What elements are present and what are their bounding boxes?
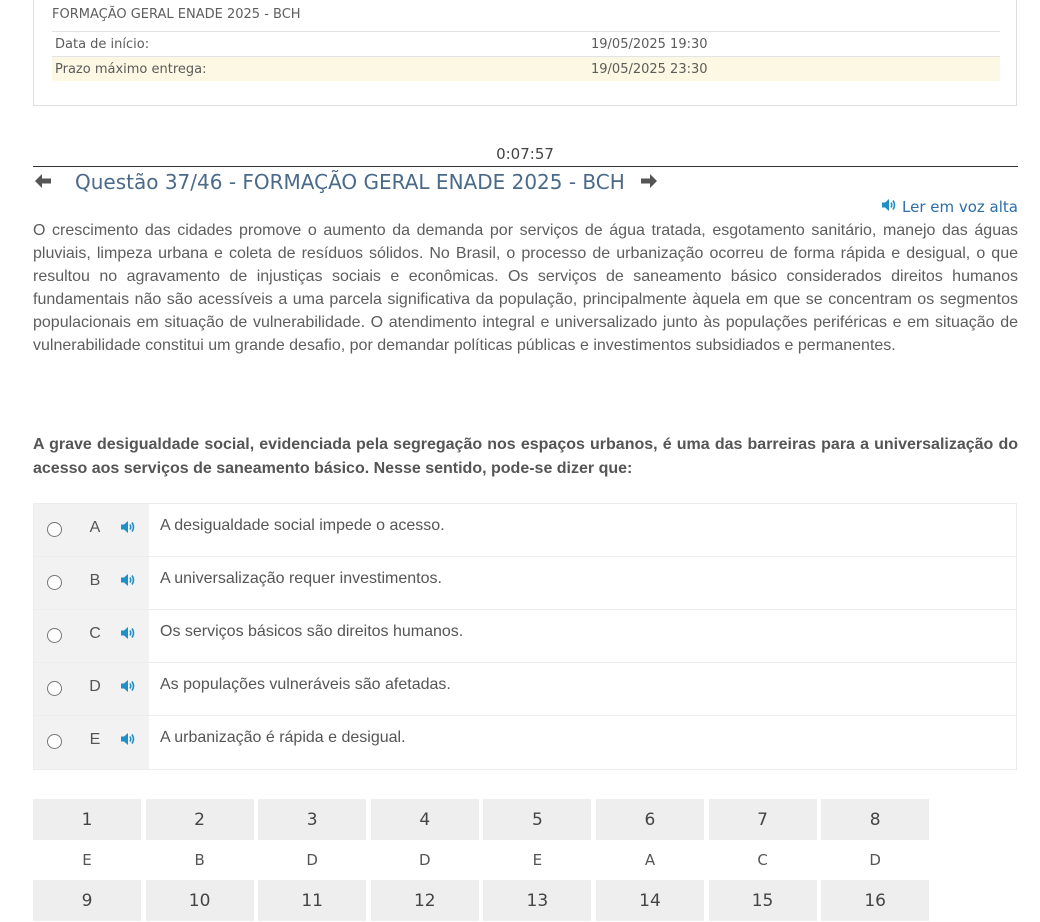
start-date-value: 19/05/2025 19:30: [591, 36, 708, 52]
question-nav-8[interactable]: 8: [821, 799, 930, 840]
option-text[interactable]: Os serviços básicos são direitos humanos…: [149, 610, 1016, 662]
speaker-icon[interactable]: [120, 626, 136, 645]
question-nav-10[interactable]: 10: [145, 880, 254, 921]
read-aloud-button[interactable]: Ler em voz alta: [881, 198, 1018, 216]
option-e[interactable]: E A urbanização é rápida e desigual.: [34, 716, 1016, 769]
read-aloud-label: Ler em voz alta: [902, 198, 1018, 216]
question-nav-12[interactable]: 12: [370, 880, 479, 921]
option-b[interactable]: B A universalização requer investimentos…: [34, 557, 1016, 610]
question-prompt: A grave desigualdade social, evidenciada…: [33, 436, 1018, 477]
question-header: Questão 37/46 - FORMAÇÃO GERAL ENADE 202…: [33, 168, 661, 196]
question-nav-14[interactable]: 14: [595, 880, 704, 921]
question-nav-1[interactable]: 1: [33, 799, 141, 840]
deadline-label: Prazo máximo entrega:: [55, 61, 207, 77]
answer-marker: D: [306, 851, 318, 869]
radio-option-d[interactable]: [47, 681, 62, 696]
answer-marker: D: [419, 851, 431, 869]
option-letter: B: [89, 572, 101, 589]
option-letter: D: [89, 678, 101, 695]
radio-option-a[interactable]: [47, 522, 62, 537]
speaker-icon[interactable]: [120, 573, 136, 592]
option-text[interactable]: As populações vulneráveis são afetadas.: [149, 663, 1016, 715]
answer-marker: C: [757, 851, 768, 869]
deadline-row: Prazo máximo entrega: 19/05/2025 23:30: [52, 56, 1000, 81]
answer-marker: D: [869, 851, 881, 869]
option-text[interactable]: A universalização requer investimentos.: [149, 557, 1016, 609]
question-nav-5[interactable]: 5: [483, 799, 592, 840]
radio-option-b[interactable]: [47, 575, 62, 590]
option-text[interactable]: A desigualdade social impede o acesso.: [149, 504, 1016, 556]
navigator-answers-row-1: E B D D E A C D: [33, 840, 934, 880]
question-nav-15[interactable]: 15: [708, 880, 817, 921]
question-passage: O crescimento das cidades promove o aume…: [33, 222, 1018, 354]
answer-marker: E: [82, 851, 92, 869]
arrow-left-icon[interactable]: [33, 171, 55, 193]
option-letter: C: [89, 625, 101, 642]
question-nav-13[interactable]: 13: [483, 880, 592, 921]
start-date-row: Data de início: 19/05/2025 19:30: [52, 31, 1000, 56]
speaker-icon: [881, 198, 897, 216]
answer-marker: A: [644, 851, 656, 869]
answer-marker: B: [194, 851, 205, 869]
question-nav-16[interactable]: 16: [821, 880, 930, 921]
radio-option-c[interactable]: [47, 628, 62, 643]
exam-info-panel: FORMAÇÃO GERAL ENADE 2025 - BCH Data de …: [33, 0, 1017, 106]
header-divider: [33, 166, 1018, 167]
answer-options: A A desigualdade social impede o acesso.…: [33, 503, 1017, 770]
question-nav-11[interactable]: 11: [258, 880, 367, 921]
speaker-icon[interactable]: [120, 732, 136, 751]
navigator-row-1: 1 2 3 4 5 6 7 8: [33, 799, 934, 840]
option-letter: A: [89, 519, 101, 536]
question-nav-6[interactable]: 6: [595, 799, 704, 840]
option-a[interactable]: A A desigualdade social impede o acesso.: [34, 504, 1016, 557]
arrow-right-icon[interactable]: [639, 171, 661, 193]
countdown-timer: 0:07:57: [496, 145, 554, 163]
question-nav-3[interactable]: 3: [258, 799, 367, 840]
option-d[interactable]: D As populações vulneráveis são afetadas…: [34, 663, 1016, 716]
option-letter: E: [89, 731, 101, 748]
radio-option-e[interactable]: [47, 734, 62, 749]
question-nav-9[interactable]: 9: [33, 880, 141, 921]
exam-title: FORMAÇÃO GERAL ENADE 2025 - BCH: [52, 7, 301, 22]
navigator-row-2: 9 10 11 12 13 14 15 16: [33, 880, 934, 921]
deadline-value: 19/05/2025 23:30: [591, 61, 708, 77]
option-text[interactable]: A urbanização é rápida e desigual.: [149, 716, 1016, 769]
question-title: Questão 37/46 - FORMAÇÃO GERAL ENADE 202…: [75, 170, 625, 194]
speaker-icon[interactable]: [120, 520, 136, 539]
option-c[interactable]: C Os serviços básicos são direitos human…: [34, 610, 1016, 663]
start-date-label: Data de início:: [55, 36, 150, 52]
speaker-icon[interactable]: [120, 679, 136, 698]
answer-marker: E: [532, 851, 543, 869]
exam-info-table: Data de início: 19/05/2025 19:30 Prazo m…: [52, 31, 1000, 81]
question-nav-2[interactable]: 2: [145, 799, 254, 840]
question-nav-4[interactable]: 4: [370, 799, 479, 840]
question-navigator: 1 2 3 4 5 6 7 8 E B D D E A C D 9 10 11 …: [33, 799, 934, 921]
question-nav-7[interactable]: 7: [708, 799, 817, 840]
